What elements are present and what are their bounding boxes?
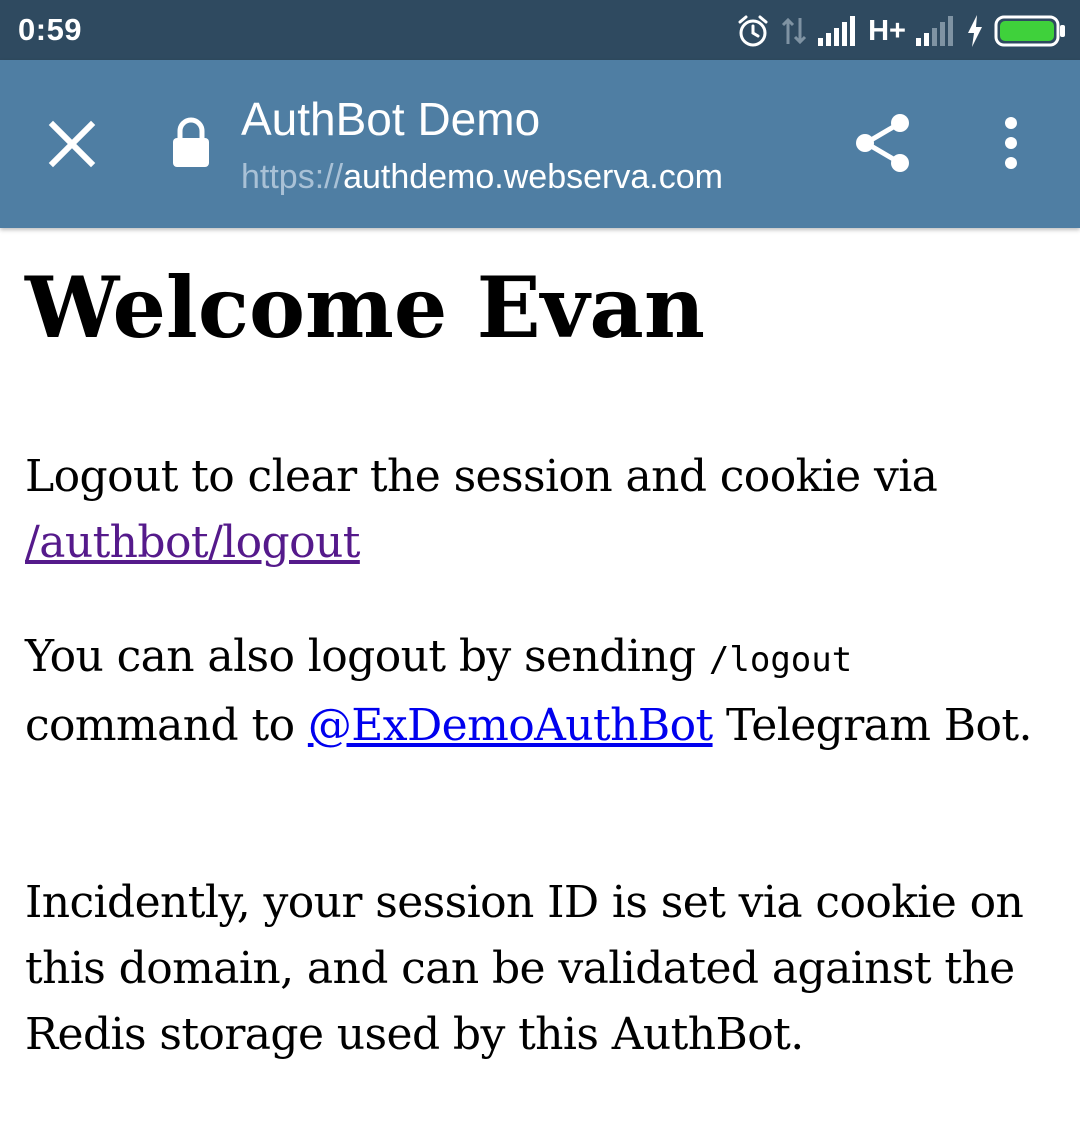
logout-paragraph: Logout to clear the session and cookie v… <box>25 444 1065 576</box>
telegram-text-b: command to <box>25 700 308 751</box>
close-icon <box>48 120 96 168</box>
signal-icon <box>818 16 856 46</box>
browser-toolbar: AuthBot Demo https://authdemo.webserva.c… <box>0 60 1080 228</box>
lock-icon <box>173 117 209 167</box>
status-time: 0:59 <box>18 12 83 47</box>
network-type-label: H+ <box>868 14 906 47</box>
share-icon <box>856 114 909 172</box>
url-display[interactable]: https://authdemo.webserva.com <box>241 158 723 197</box>
bot-link[interactable]: @ExDemoAuthBot <box>308 700 713 751</box>
logout-text: Logout to clear the session and cookie v… <box>25 451 938 502</box>
session-info-paragraph: Incidently, your session ID is set via c… <box>25 877 1024 1060</box>
close-button[interactable] <box>38 110 106 178</box>
page-title: AuthBot Demo <box>241 93 541 145</box>
url-scheme: https:// <box>241 158 344 196</box>
data-transfer-icon <box>782 17 807 45</box>
logout-link[interactable]: /authbot/logout <box>25 517 360 568</box>
share-button[interactable] <box>850 110 916 176</box>
charging-icon <box>968 15 982 47</box>
status-icons: H+ <box>736 10 1066 52</box>
telegram-text-a: You can also logout by sending <box>25 631 709 682</box>
signal-weak-icon <box>916 16 953 46</box>
more-options-button[interactable] <box>990 110 1032 176</box>
battery-icon <box>994 15 1065 47</box>
logout-command: /logout <box>708 640 853 680</box>
more-vert-icon <box>1005 117 1017 169</box>
telegram-text-c: Telegram Bot. <box>712 700 1033 751</box>
status-bar: 0:59 H+ <box>0 0 1080 60</box>
welcome-heading: Welcome Evan <box>25 258 705 357</box>
alarm-icon <box>738 15 768 47</box>
url-host: authdemo.webserva.com <box>343 158 723 196</box>
telegram-logout-paragraph: You can also logout by sending /logout c… <box>25 624 1065 759</box>
